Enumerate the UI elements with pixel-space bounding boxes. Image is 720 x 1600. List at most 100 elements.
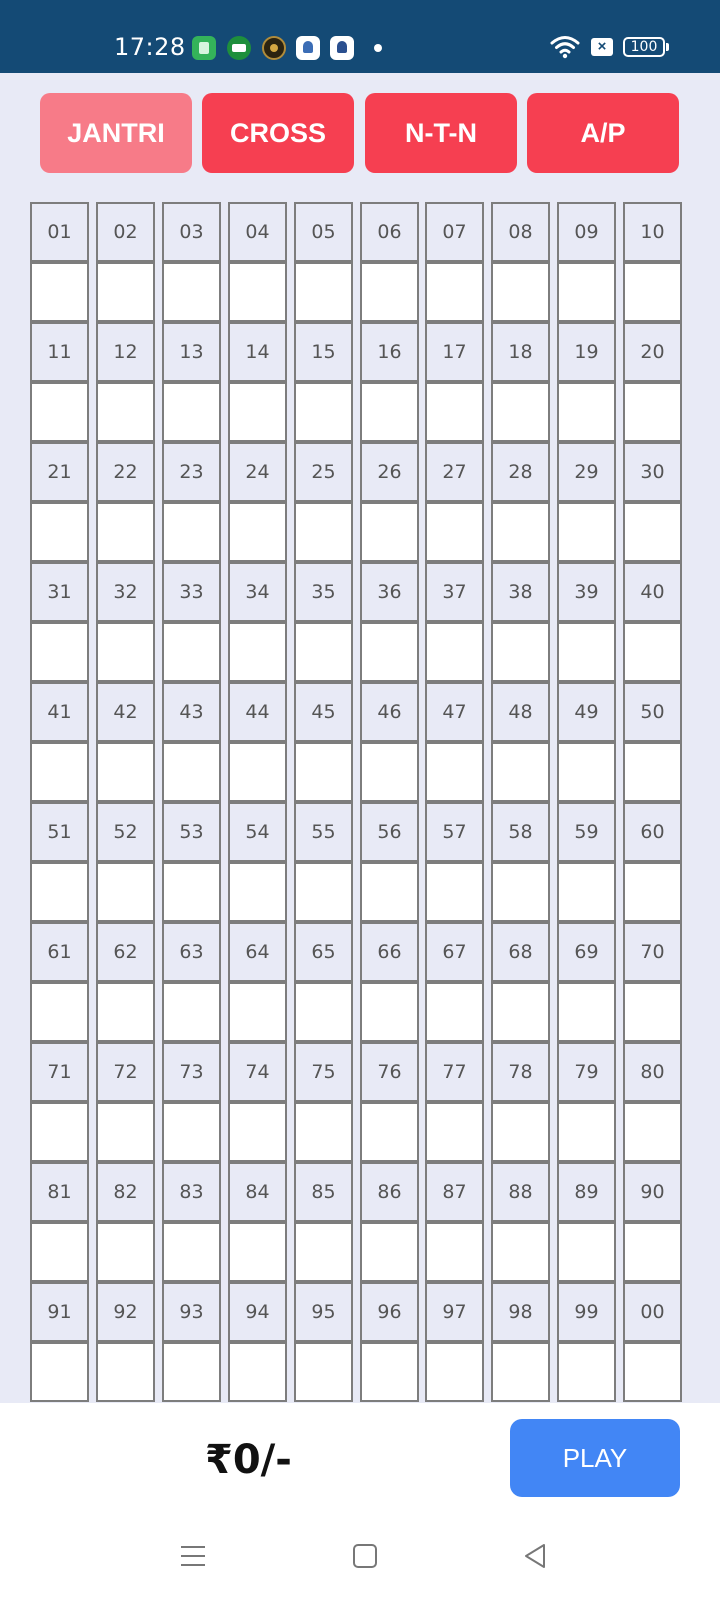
amount-input[interactable] bbox=[557, 502, 616, 562]
amount-input[interactable] bbox=[491, 622, 550, 682]
amount-input[interactable] bbox=[491, 502, 550, 562]
amount-input[interactable] bbox=[30, 502, 89, 562]
amount-input[interactable] bbox=[228, 1102, 287, 1162]
amount-input[interactable] bbox=[623, 1342, 682, 1402]
amount-input[interactable] bbox=[228, 622, 287, 682]
amount-input[interactable] bbox=[30, 1342, 89, 1402]
amount-input[interactable] bbox=[557, 262, 616, 322]
amount-input[interactable] bbox=[623, 1222, 682, 1282]
amount-input[interactable] bbox=[294, 382, 353, 442]
amount-input[interactable] bbox=[294, 1342, 353, 1402]
amount-input[interactable] bbox=[623, 1102, 682, 1162]
amount-input[interactable] bbox=[228, 382, 287, 442]
amount-input[interactable] bbox=[294, 502, 353, 562]
amount-input[interactable] bbox=[360, 622, 419, 682]
amount-input[interactable] bbox=[96, 502, 155, 562]
amount-input[interactable] bbox=[162, 742, 221, 802]
home-icon[interactable] bbox=[349, 1540, 381, 1572]
amount-input[interactable] bbox=[96, 262, 155, 322]
amount-input[interactable] bbox=[96, 382, 155, 442]
amount-input[interactable] bbox=[557, 742, 616, 802]
amount-input[interactable] bbox=[294, 742, 353, 802]
amount-input[interactable] bbox=[623, 382, 682, 442]
amount-input[interactable] bbox=[491, 742, 550, 802]
tab-a-p[interactable]: A/P bbox=[527, 93, 679, 173]
amount-input[interactable] bbox=[228, 1342, 287, 1402]
amount-input[interactable] bbox=[557, 1102, 616, 1162]
amount-input[interactable] bbox=[425, 262, 484, 322]
amount-input[interactable] bbox=[96, 982, 155, 1042]
amount-input[interactable] bbox=[96, 1102, 155, 1162]
amount-input[interactable] bbox=[623, 982, 682, 1042]
amount-input[interactable] bbox=[360, 382, 419, 442]
amount-input[interactable] bbox=[162, 382, 221, 442]
amount-input[interactable] bbox=[491, 382, 550, 442]
amount-input[interactable] bbox=[557, 622, 616, 682]
amount-input[interactable] bbox=[360, 1102, 419, 1162]
amount-input[interactable] bbox=[228, 862, 287, 922]
amount-input[interactable] bbox=[228, 1222, 287, 1282]
amount-input[interactable] bbox=[491, 262, 550, 322]
amount-input[interactable] bbox=[360, 262, 419, 322]
amount-input[interactable] bbox=[425, 862, 484, 922]
amount-input[interactable] bbox=[557, 1222, 616, 1282]
amount-input[interactable] bbox=[623, 262, 682, 322]
play-button[interactable]: PLAY bbox=[510, 1419, 680, 1497]
amount-input[interactable] bbox=[425, 622, 484, 682]
amount-input[interactable] bbox=[30, 982, 89, 1042]
amount-input[interactable] bbox=[491, 1342, 550, 1402]
amount-input[interactable] bbox=[491, 1102, 550, 1162]
amount-input[interactable] bbox=[557, 862, 616, 922]
amount-input[interactable] bbox=[360, 862, 419, 922]
amount-input[interactable] bbox=[491, 862, 550, 922]
amount-input[interactable] bbox=[425, 1342, 484, 1402]
amount-input[interactable] bbox=[294, 982, 353, 1042]
tab-cross[interactable]: CROSS bbox=[202, 93, 354, 173]
amount-input[interactable] bbox=[360, 1222, 419, 1282]
amount-input[interactable] bbox=[96, 1342, 155, 1402]
amount-input[interactable] bbox=[623, 862, 682, 922]
amount-input[interactable] bbox=[162, 1102, 221, 1162]
amount-input[interactable] bbox=[360, 1342, 419, 1402]
amount-input[interactable] bbox=[30, 742, 89, 802]
amount-input[interactable] bbox=[228, 262, 287, 322]
amount-input[interactable] bbox=[425, 742, 484, 802]
amount-input[interactable] bbox=[30, 382, 89, 442]
amount-input[interactable] bbox=[294, 862, 353, 922]
amount-input[interactable] bbox=[294, 622, 353, 682]
amount-input[interactable] bbox=[162, 502, 221, 562]
menu-icon[interactable] bbox=[177, 1540, 209, 1572]
amount-input[interactable] bbox=[425, 502, 484, 562]
amount-input[interactable] bbox=[294, 262, 353, 322]
amount-input[interactable] bbox=[425, 982, 484, 1042]
amount-input[interactable] bbox=[30, 862, 89, 922]
amount-input[interactable] bbox=[425, 382, 484, 442]
amount-input[interactable] bbox=[96, 1222, 155, 1282]
amount-input[interactable] bbox=[425, 1102, 484, 1162]
amount-input[interactable] bbox=[623, 622, 682, 682]
amount-input[interactable] bbox=[294, 1222, 353, 1282]
amount-input[interactable] bbox=[557, 382, 616, 442]
amount-input[interactable] bbox=[30, 262, 89, 322]
amount-input[interactable] bbox=[360, 502, 419, 562]
amount-input[interactable] bbox=[228, 742, 287, 802]
amount-input[interactable] bbox=[228, 982, 287, 1042]
amount-input[interactable] bbox=[557, 1342, 616, 1402]
tab-n-t-n[interactable]: N-T-N bbox=[365, 93, 517, 173]
amount-input[interactable] bbox=[360, 742, 419, 802]
amount-input[interactable] bbox=[557, 982, 616, 1042]
amount-input[interactable] bbox=[360, 982, 419, 1042]
amount-input[interactable] bbox=[30, 622, 89, 682]
amount-input[interactable] bbox=[96, 622, 155, 682]
amount-input[interactable] bbox=[425, 1222, 484, 1282]
amount-input[interactable] bbox=[294, 1102, 353, 1162]
amount-input[interactable] bbox=[30, 1222, 89, 1282]
amount-input[interactable] bbox=[30, 1102, 89, 1162]
amount-input[interactable] bbox=[162, 1342, 221, 1402]
back-icon[interactable] bbox=[520, 1540, 552, 1572]
amount-input[interactable] bbox=[162, 982, 221, 1042]
amount-input[interactable] bbox=[162, 1222, 221, 1282]
amount-input[interactable] bbox=[623, 742, 682, 802]
amount-input[interactable] bbox=[228, 502, 287, 562]
amount-input[interactable] bbox=[623, 502, 682, 562]
